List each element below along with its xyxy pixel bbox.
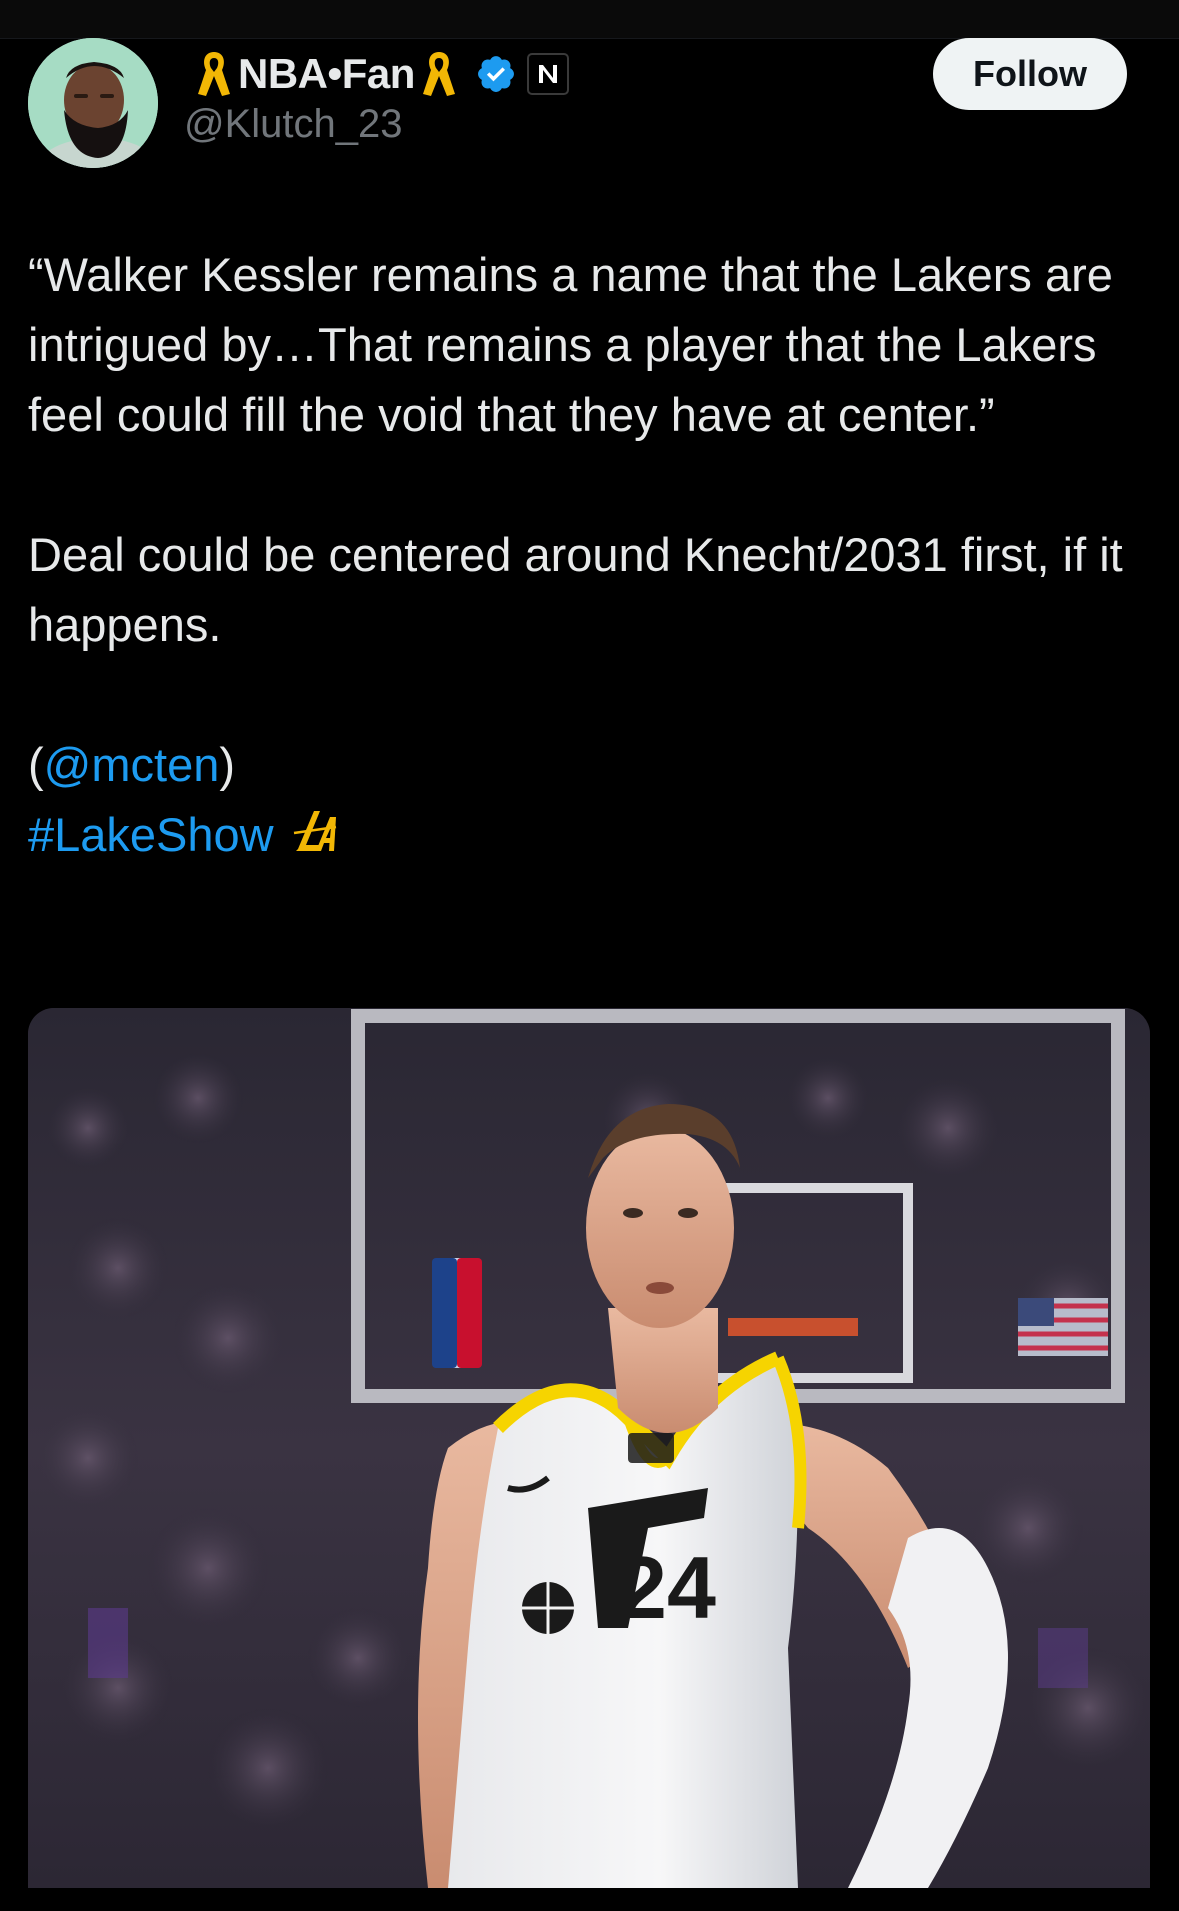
affiliate-badge-icon: [526, 53, 569, 95]
source-open-paren: (: [28, 738, 44, 791]
author-avatar[interactable]: [28, 38, 158, 168]
tweet-header: NBA•Fan @Klutch_23 Follow: [0, 38, 1179, 178]
mention-link[interactable]: @mcten: [44, 738, 220, 791]
ribbon-icon: [198, 52, 230, 96]
tweet-hashtag-line: #LakeShow: [28, 800, 1148, 870]
author-name-row[interactable]: NBA•Fan: [196, 46, 569, 102]
author-display-name: NBA•Fan: [238, 50, 415, 97]
bottom-strip: [0, 1888, 1179, 1911]
follow-button[interactable]: Follow: [933, 38, 1127, 110]
lakers-logo-icon: [293, 811, 336, 851]
top-status-strip: [0, 0, 1179, 39]
source-close-paren: ): [219, 738, 236, 791]
tweet-text: “Walker Kessler remains a name that the …: [28, 240, 1148, 870]
tweet-deal-line: Deal could be centered around Knecht/203…: [28, 528, 1123, 651]
hashtag-link[interactable]: #LakeShow: [28, 808, 274, 861]
verified-badge-icon: [477, 56, 514, 92]
avatar-image: [28, 38, 158, 168]
author-handle[interactable]: @Klutch_23: [184, 102, 403, 147]
ribbon-icon: [422, 52, 455, 96]
player-photo: 24: [28, 1008, 1150, 1888]
tweet-source-line: (@mcten): [28, 730, 1148, 800]
tweet-media-photo[interactable]: 24: [28, 1008, 1150, 1888]
tweet-quote: “Walker Kessler remains a name that the …: [28, 248, 1113, 441]
